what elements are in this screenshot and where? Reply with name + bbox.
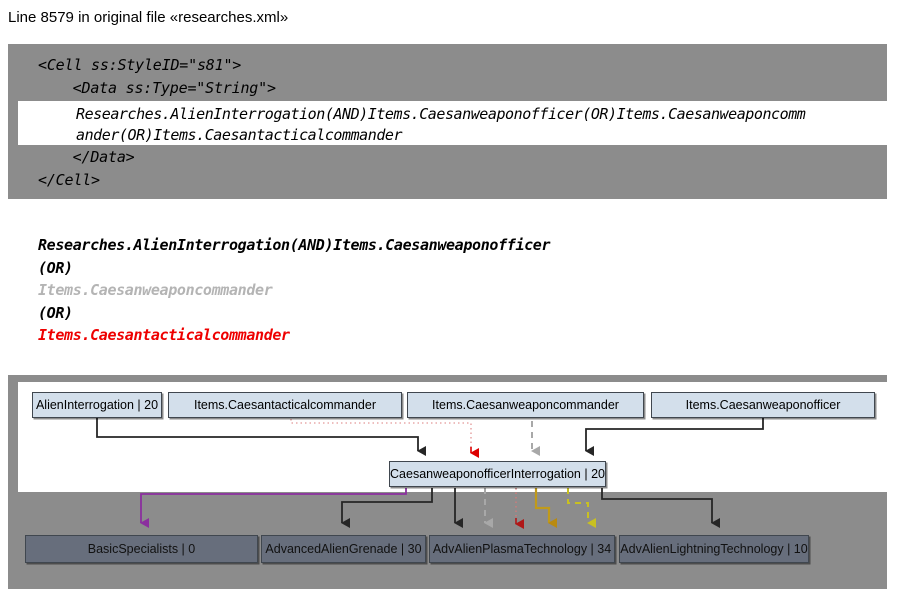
node-label: AlienInterrogation | 20 bbox=[35, 398, 159, 412]
node-label: AdvAlienPlasmaTechnology | 34 bbox=[432, 542, 612, 556]
xml-highlighted-value: Researches.AlienInterrogation(AND)Items.… bbox=[18, 101, 887, 145]
xml-line-open-data: <Data ss:Type="String"> bbox=[55, 79, 276, 97]
graph-node-items-caesanweaponofficer[interactable]: Items.Caesanweaponofficer bbox=[651, 392, 875, 418]
dependency-graph-panel: AlienInterrogation | 20 Items.Caesantact… bbox=[8, 375, 888, 589]
node-label: Items.Caesanweaponofficer bbox=[685, 398, 841, 412]
graph-node-basicspecialists[interactable]: BasicSpecialists | 0 bbox=[25, 535, 258, 563]
graph-node-advalienplasmatechnology[interactable]: AdvAlienPlasmaTechnology | 34 bbox=[429, 535, 615, 563]
node-label: CaesanweaponofficerInterrogation | 20 bbox=[390, 467, 605, 481]
node-label: BasicSpecialists | 0 bbox=[87, 542, 196, 556]
node-label: AdvAlienLightningTechnology | 10 bbox=[620, 542, 808, 556]
graph-node-alieninterrogation[interactable]: AlienInterrogation | 20 bbox=[32, 392, 162, 418]
graph-node-items-caesanweaponcommander[interactable]: Items.Caesanweaponcommander bbox=[407, 392, 644, 418]
parsed-expression-block: Researches.AlienInterrogation(AND)Items.… bbox=[38, 234, 551, 347]
expression-line-4: (OR) bbox=[38, 303, 73, 322]
graph-node-items-caesantacticalcommander[interactable]: Items.Caesantacticalcommander bbox=[168, 392, 402, 418]
expression-line-1: Researches.AlienInterrogation(AND)Items.… bbox=[38, 236, 551, 254]
xml-highlight-line-2: ander(OR)Items.Caesantacticalcommander bbox=[76, 126, 403, 144]
graph-node-advalienlightningtechnology[interactable]: AdvAlienLightningTechnology | 10 bbox=[619, 535, 809, 563]
node-label: Items.Caesantacticalcommander bbox=[193, 398, 377, 412]
graph-node-caesanweaponofficerinterrogation[interactable]: CaesanweaponofficerInterrogation | 20 bbox=[389, 461, 606, 487]
xml-line-close-data: </Data> bbox=[55, 148, 135, 166]
expression-line-3: Items.Caesanweaponcommander bbox=[38, 281, 273, 299]
page-title: Line 8579 in original file «researches.x… bbox=[8, 9, 289, 26]
xml-source-panel: <Cell ss:StyleID="s81"> <Data ss:Type="S… bbox=[8, 44, 887, 199]
xml-highlight-line-1: Researches.AlienInterrogation(AND)Items.… bbox=[76, 105, 806, 123]
node-label: AdvancedAlienGrenade | 30 bbox=[265, 542, 422, 556]
node-label: Items.Caesanweaponcommander bbox=[432, 398, 619, 412]
expression-line-2: (OR) bbox=[38, 258, 73, 277]
xml-line-close-cell: </Cell> bbox=[38, 171, 100, 189]
xml-line-open-cell: <Cell ss:StyleID="s81"> bbox=[38, 56, 242, 74]
expression-line-5: Items.Caesantacticalcommander bbox=[38, 326, 290, 344]
graph-node-advancedaliengrenade[interactable]: AdvancedAlienGrenade | 30 bbox=[261, 535, 426, 563]
